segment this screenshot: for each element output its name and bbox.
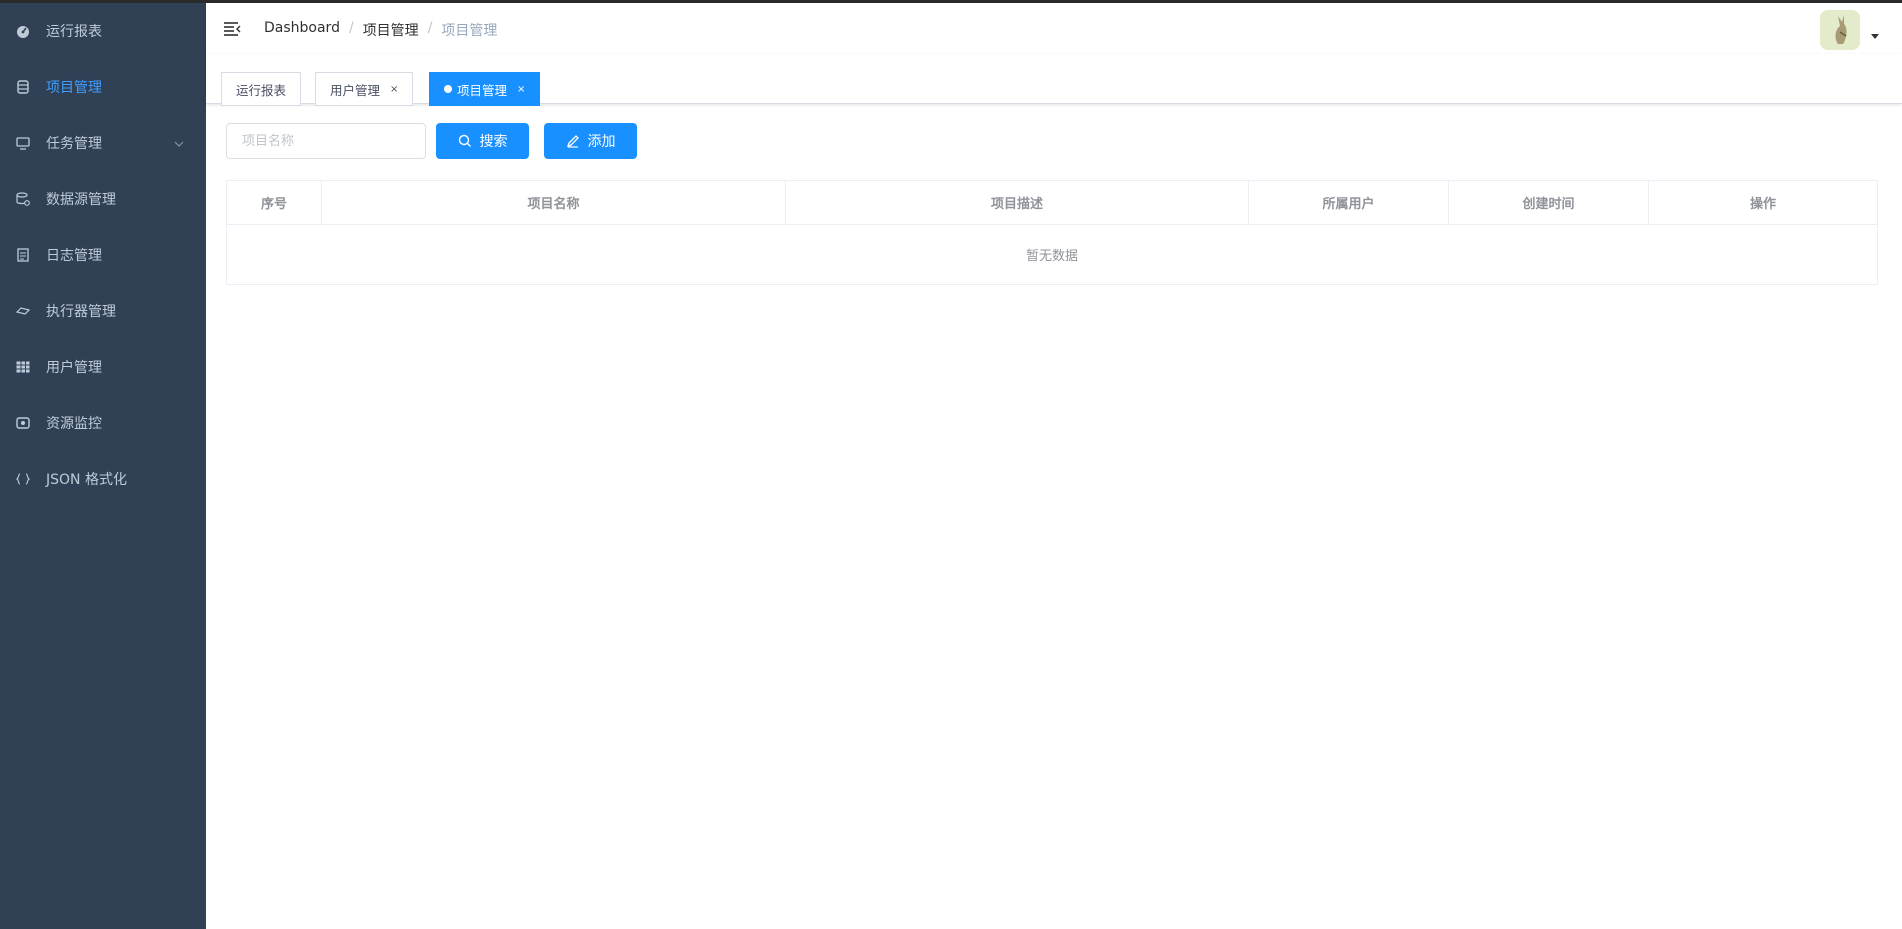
table-empty-text: 暂无数据 <box>1025 249 1078 264</box>
search-icon <box>458 134 472 148</box>
column-header-name: 项目名称 <box>322 181 786 224</box>
monitor-resource-icon <box>15 415 31 431</box>
add-button-label: 添加 <box>587 134 616 150</box>
project-table: 序号 项目名称 项目描述 所属用户 创建时间 操作 暂无数据 <box>226 180 1878 285</box>
breadcrumb-separator: / <box>427 20 433 36</box>
column-header-description: 项目描述 <box>786 181 1249 224</box>
table-header: 序号 项目名称 项目描述 所属用户 创建时间 操作 <box>227 181 1877 225</box>
sidebar-item-project[interactable]: 项目管理 <box>0 59 206 115</box>
database-icon <box>15 79 31 95</box>
close-icon[interactable]: × <box>517 84 525 95</box>
column-header-created-time: 创建时间 <box>1449 181 1649 224</box>
avatar[interactable] <box>1820 10 1860 50</box>
sidebar-item-label: 运行报表 <box>46 24 102 40</box>
sidebar-item-user[interactable]: 用户管理 <box>0 339 206 395</box>
column-header-owner: 所属用户 <box>1249 181 1449 224</box>
sidebar: 运行报表 项目管理 任务管理 数据源管理 日志管理 执行器管理 用户管理 资源监… <box>0 3 206 929</box>
sidebar-item-label: 日志管理 <box>46 248 102 264</box>
tag-label: 用户管理 <box>330 82 381 98</box>
monitor-icon <box>15 135 31 151</box>
edit-icon <box>566 134 580 148</box>
add-button[interactable]: 添加 <box>544 123 637 159</box>
tag-label: 项目管理 <box>457 82 508 98</box>
tag-project[interactable]: 项目管理 × <box>429 72 541 106</box>
hamburger-icon[interactable] <box>223 20 241 38</box>
document-icon <box>15 247 31 263</box>
chevron-down-icon[interactable] <box>174 135 184 151</box>
sidebar-item-report[interactable]: 运行报表 <box>0 3 206 59</box>
sidebar-item-resource[interactable]: 资源监控 <box>0 395 206 451</box>
tag-report[interactable]: 运行报表 <box>221 72 302 106</box>
sidebar-item-label: 执行器管理 <box>46 304 116 320</box>
sidebar-item-label: 任务管理 <box>46 136 102 152</box>
executor-icon <box>15 303 31 319</box>
tags-view: 运行报表 用户管理 × 项目管理 × <box>206 54 1902 106</box>
sidebar-item-label: 资源监控 <box>46 416 102 432</box>
column-header-actions: 操作 <box>1749 197 1776 212</box>
table-icon <box>15 359 31 375</box>
dashboard-icon <box>15 23 31 39</box>
breadcrumb-item-dashboard[interactable]: Dashboard <box>264 20 340 40</box>
breadcrumb: Dashboard / 项目管理 / 项目管理 <box>264 20 497 40</box>
sidebar-item-json[interactable]: JSON 格式化 <box>0 451 206 507</box>
breadcrumb-item-current: 项目管理 <box>441 23 498 39</box>
sidebar-item-label: JSON 格式化 <box>46 472 127 488</box>
search-button-label: 搜索 <box>479 134 508 150</box>
sidebar-item-log[interactable]: 日志管理 <box>0 227 206 283</box>
main-area: Dashboard / 项目管理 / 项目管理 运行报表 用户管理 × 项目管理… <box>206 3 1902 929</box>
project-name-input[interactable] <box>226 123 426 159</box>
sidebar-item-label: 数据源管理 <box>46 192 116 208</box>
navbar: Dashboard / 项目管理 / 项目管理 <box>206 3 1902 54</box>
sidebar-item-executor[interactable]: 执行器管理 <box>0 283 206 339</box>
column-header-index: 序号 <box>227 181 322 224</box>
sidebar-item-task[interactable]: 任务管理 <box>0 115 206 171</box>
sidebar-item-label: 项目管理 <box>46 80 102 96</box>
sidebar-item-label: 用户管理 <box>46 360 102 376</box>
tag-user[interactable]: 用户管理 × <box>315 72 414 106</box>
search-button[interactable]: 搜索 <box>436 123 529 159</box>
braces-icon <box>15 471 31 487</box>
breadcrumb-item-project[interactable]: 项目管理 <box>363 20 419 40</box>
sidebar-item-datasource[interactable]: 数据源管理 <box>0 171 206 227</box>
breadcrumb-separator: / <box>348 20 354 36</box>
active-dot-icon <box>444 85 452 93</box>
tag-label: 运行报表 <box>236 82 287 98</box>
datasource-icon <box>15 191 31 207</box>
caret-down-icon[interactable] <box>1871 34 1879 39</box>
close-icon[interactable]: × <box>390 84 398 95</box>
